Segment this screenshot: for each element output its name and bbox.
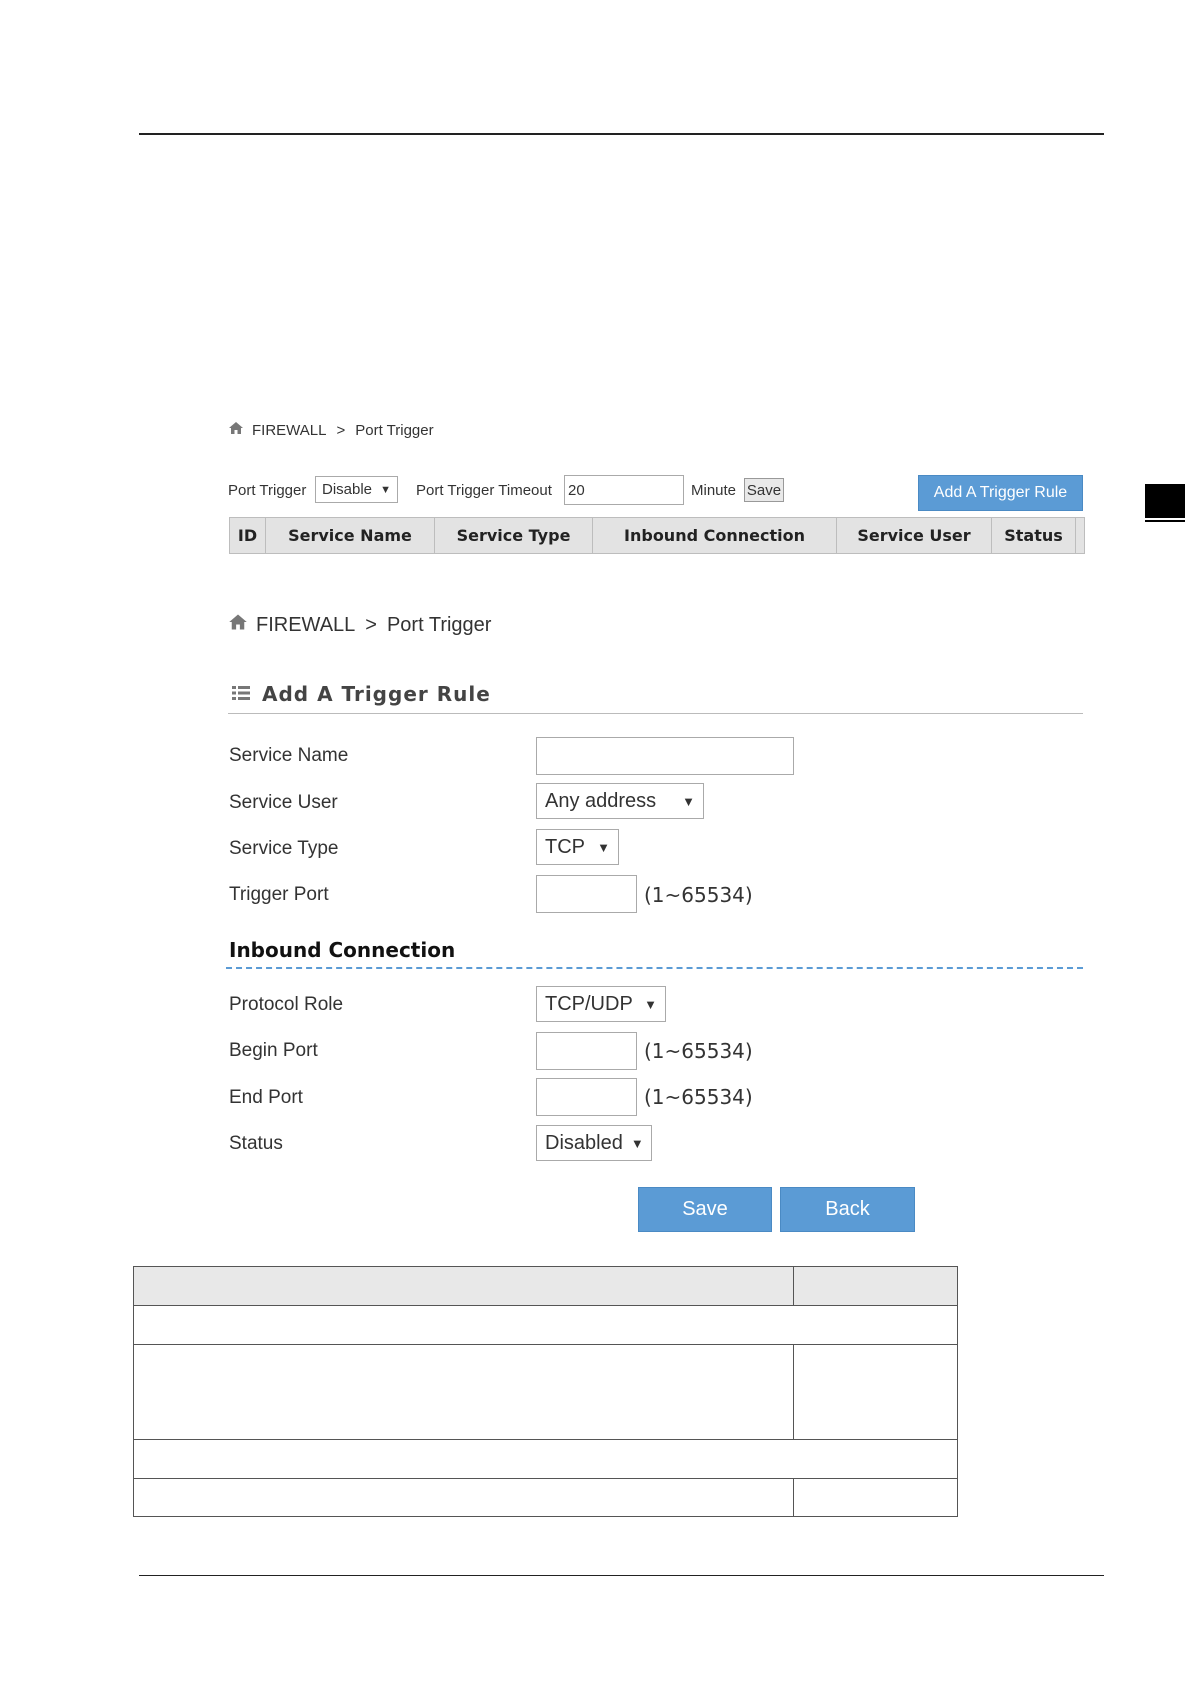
service-type-select-value: TCP — [545, 835, 585, 858]
port-trigger-select[interactable]: Disable ▼ — [315, 476, 398, 503]
inbound-dashed-divider — [226, 967, 1083, 969]
breadcrumb-section[interactable]: FIREWALL — [252, 422, 326, 439]
breadcrumb: FIREWALL > Port Trigger — [228, 421, 434, 439]
service-name-label: Service Name — [229, 745, 349, 766]
form-save-button[interactable]: Save — [638, 1187, 772, 1232]
add-trigger-rule-button[interactable]: Add A Trigger Rule — [918, 475, 1083, 511]
table-row — [133, 1305, 958, 1345]
begin-port-input[interactable] — [536, 1032, 637, 1070]
breadcrumb-section[interactable]: FIREWALL — [256, 614, 355, 637]
breadcrumb-separator: > — [336, 421, 346, 439]
form-title-divider — [228, 713, 1083, 714]
protocol-role-select[interactable]: TCP/UDP ▼ — [536, 986, 666, 1022]
home-icon[interactable] — [228, 613, 248, 637]
table-row — [133, 1439, 958, 1479]
description-table — [133, 1266, 958, 1517]
breadcrumb-large: FIREWALL > Port Trigger — [228, 613, 491, 637]
trigger-port-range-hint: (1~65534) — [644, 883, 753, 907]
timeout-label: Port Trigger Timeout — [416, 482, 552, 499]
table-cell — [133, 1439, 958, 1479]
end-port-label: End Port — [229, 1087, 303, 1108]
table-header-cell — [793, 1266, 958, 1306]
column-header-inbound-connection[interactable]: Inbound Connection — [593, 518, 837, 553]
protocol-role-label: Protocol Role — [229, 994, 344, 1015]
begin-port-label: Begin Port — [229, 1040, 318, 1061]
caret-down-icon: ▼ — [644, 996, 657, 1012]
side-tab-underline — [1145, 520, 1185, 522]
minute-label: Minute — [691, 482, 737, 499]
caret-down-icon: ▼ — [630, 1135, 644, 1151]
table-cell — [793, 1344, 958, 1440]
service-type-label: Service Type — [229, 838, 339, 859]
column-header-service-type[interactable]: Service Type — [435, 518, 593, 553]
form-title: Add A Trigger Rule — [232, 682, 491, 706]
status-select-value: Disabled — [545, 1131, 623, 1154]
status-label: Status — [229, 1133, 283, 1154]
table-cell — [133, 1344, 794, 1440]
caret-down-icon: ▼ — [380, 483, 391, 496]
end-port-range-hint: (1~65534) — [644, 1085, 753, 1109]
service-user-label: Service User — [229, 792, 338, 813]
trigger-port-label: Trigger Port — [229, 884, 329, 905]
timeout-input[interactable]: 20 — [564, 475, 684, 505]
trigger-table-header: ID Service Name Service Type Inbound Con… — [229, 517, 1085, 554]
timeout-input-value: 20 — [568, 481, 585, 499]
service-type-select[interactable]: TCP ▼ — [536, 829, 619, 865]
column-header-id[interactable]: ID — [230, 518, 266, 553]
side-tab-marker — [1145, 484, 1185, 518]
service-user-select[interactable]: Any address ▼ — [536, 783, 704, 819]
table-cell — [133, 1305, 958, 1345]
begin-port-range-hint: (1~65534) — [644, 1039, 753, 1063]
port-trigger-label: Port Trigger — [228, 482, 307, 499]
trigger-port-input[interactable] — [536, 875, 637, 913]
breadcrumb-page: Port Trigger — [355, 421, 434, 439]
table-header-cell — [133, 1266, 794, 1306]
form-title-text: Add A Trigger Rule — [262, 682, 491, 706]
caret-down-icon: ▼ — [682, 793, 695, 809]
column-header-service-name[interactable]: Service Name — [266, 518, 435, 553]
service-user-select-value: Any address — [545, 789, 657, 812]
caret-down-icon: ▼ — [597, 839, 610, 855]
list-icon — [232, 682, 250, 706]
bottom-rule — [139, 1575, 1104, 1576]
table-row — [133, 1344, 958, 1440]
end-port-input[interactable] — [536, 1078, 637, 1116]
timeout-save-button[interactable]: Save — [744, 478, 784, 502]
breadcrumb-page: Port Trigger — [386, 613, 492, 636]
table-row — [133, 1478, 958, 1517]
status-select[interactable]: Disabled ▼ — [536, 1125, 652, 1161]
table-row — [133, 1266, 958, 1306]
table-cell — [133, 1478, 794, 1517]
form-back-button[interactable]: Back — [780, 1187, 915, 1232]
port-trigger-select-value: Disable — [322, 481, 373, 498]
inbound-connection-title: Inbound Connection — [229, 938, 456, 962]
service-name-input[interactable] — [536, 737, 794, 775]
breadcrumb-separator: > — [365, 613, 377, 636]
column-header-actions — [1076, 518, 1084, 553]
column-header-service-user[interactable]: Service User — [837, 518, 992, 553]
column-header-status[interactable]: Status — [992, 518, 1076, 553]
top-rule — [139, 133, 1104, 135]
home-icon[interactable] — [228, 421, 244, 439]
table-cell — [793, 1478, 958, 1517]
protocol-role-select-value: TCP/UDP — [545, 992, 633, 1015]
